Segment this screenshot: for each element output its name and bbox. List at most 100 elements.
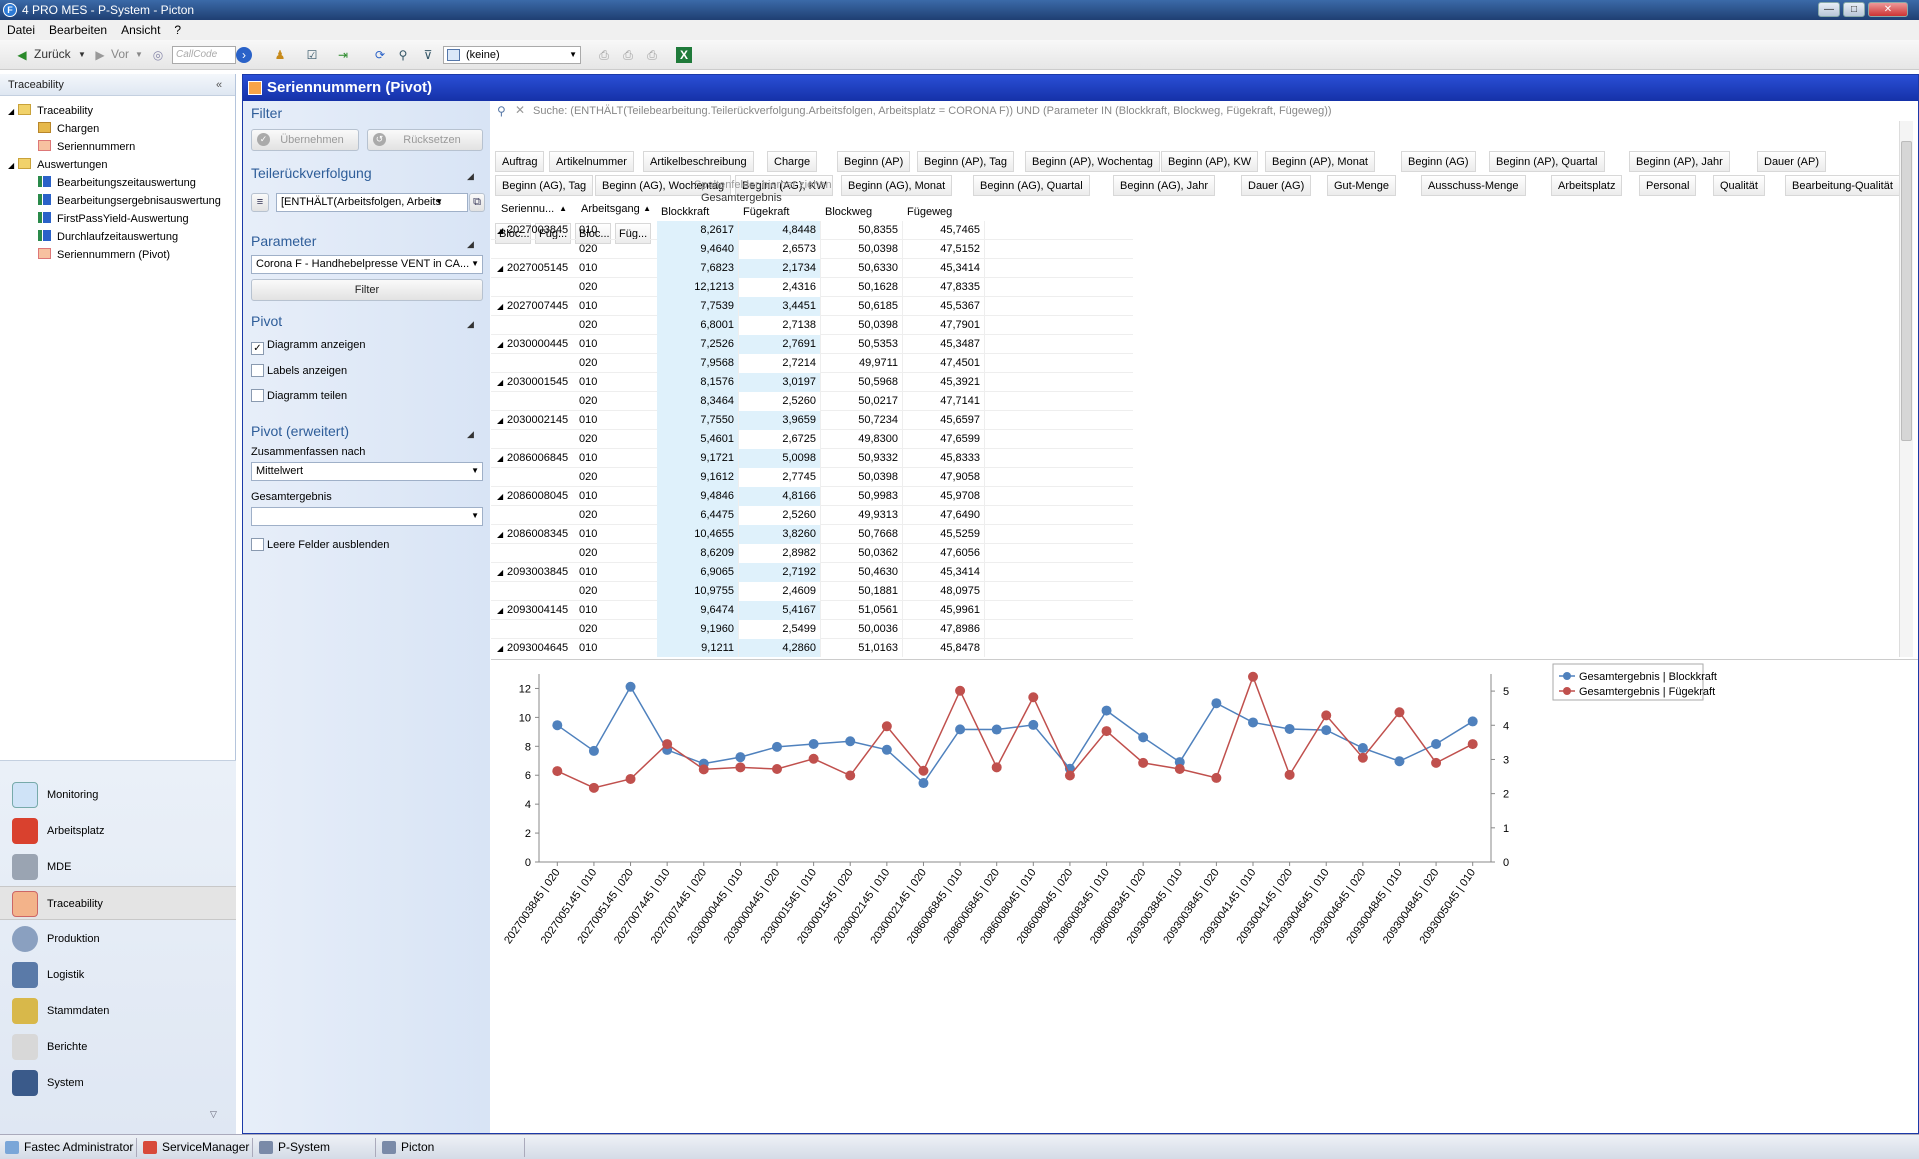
value-cell[interactable]: 50,5968 [821, 373, 903, 392]
search-bar[interactable]: ⚲ ✕ Suche: (ENTHÄLT(Teilebearbeitung.Tei… [491, 101, 1918, 121]
value-cell[interactable]: 2,6725 [739, 430, 821, 449]
tree-item-bearbeitungszeitauswertung[interactable]: Bearbeitungszeitauswertung [38, 176, 196, 189]
value-cell[interactable]: 2,4609 [739, 582, 821, 601]
col-header-fuegekraft[interactable]: Fügekraft [739, 203, 821, 222]
data-point[interactable] [1467, 716, 1478, 727]
data-point[interactable] [955, 685, 966, 696]
checklist-icon[interactable]: ☑ [304, 47, 320, 63]
field-chip[interactable]: Personal [1639, 175, 1697, 196]
value-cell[interactable]: 47,6490 [903, 506, 985, 525]
value-cell[interactable]: 5,4167 [739, 601, 821, 620]
value-cell[interactable]: 6,9065 [657, 563, 739, 582]
value-cell[interactable]: 50,7668 [821, 525, 903, 544]
field-chip[interactable]: Beginn (AP), Monat [1265, 151, 1375, 172]
field-chip[interactable]: Gut-Menge [1327, 175, 1397, 196]
value-cell[interactable]: 2,1734 [739, 259, 821, 278]
col-header-blockweg[interactable]: Blockweg [821, 203, 903, 222]
value-cell[interactable]: 7,7539 [657, 297, 739, 316]
data-point[interactable] [1284, 723, 1295, 734]
maximize-button[interactable]: □ [1843, 2, 1865, 17]
data-point[interactable] [588, 782, 599, 793]
field-chip[interactable]: Beginn (AP), KW [1161, 151, 1259, 172]
value-cell[interactable]: 8,1576 [657, 373, 739, 392]
value-cell[interactable]: 47,8986 [903, 620, 985, 639]
value-cell[interactable]: 50,5353 [821, 335, 903, 354]
tree-item-traceability[interactable]: ◢ Traceability [8, 104, 93, 117]
field-chip[interactable]: Beginn (AP), Tag [917, 151, 1014, 172]
value-cell[interactable]: 50,1628 [821, 278, 903, 297]
data-point[interactable] [1028, 692, 1039, 703]
menu-bearbeiten[interactable]: Bearbeiten [42, 20, 114, 40]
task-picton[interactable]: Picton [377, 1138, 525, 1157]
value-cell[interactable]: 47,7141 [903, 392, 985, 411]
value-cell[interactable]: 45,3414 [903, 259, 985, 278]
value-cell[interactable]: 45,3487 [903, 335, 985, 354]
value-cell[interactable]: 6,4475 [657, 506, 739, 525]
field-chip[interactable]: Beginn (AP), Quartal [1489, 151, 1605, 172]
value-cell[interactable]: 2,7745 [739, 468, 821, 487]
value-cell[interactable]: 7,6823 [657, 259, 739, 278]
data-point[interactable] [1211, 698, 1222, 709]
data-point[interactable] [955, 724, 966, 735]
nav-monitoring[interactable]: Monitoring [0, 778, 236, 812]
value-cell[interactable]: 50,9332 [821, 449, 903, 468]
value-cell[interactable]: 50,6330 [821, 259, 903, 278]
data-point[interactable] [588, 745, 599, 756]
expand-icon[interactable]: ◢ [8, 107, 14, 116]
scrollbar-thumb[interactable] [1901, 141, 1912, 441]
value-cell[interactable]: 3,8260 [739, 525, 821, 544]
value-cell[interactable]: 2,7214 [739, 354, 821, 373]
value-cell[interactable]: 4,2860 [739, 639, 821, 657]
value-cell[interactable]: 45,6597 [903, 411, 985, 430]
nav-mde[interactable]: MDE [0, 850, 236, 884]
filter-select[interactable]: (keine) ▼ [443, 46, 581, 64]
nav-stammdaten[interactable]: Stammdaten [0, 994, 236, 1028]
value-cell[interactable]: 7,7550 [657, 411, 739, 430]
col-header-blockkraft[interactable]: Blockkraft [657, 203, 739, 222]
data-point[interactable] [625, 681, 636, 692]
data-point[interactable] [1321, 710, 1332, 721]
tree-item-firstpassyield[interactable]: FirstPassYield-Auswertung [38, 212, 189, 225]
value-cell[interactable]: 50,8355 [821, 221, 903, 240]
data-point[interactable] [662, 739, 673, 750]
value-cell[interactable]: 9,1612 [657, 468, 739, 487]
task-servicemanager[interactable]: ServiceManager [138, 1138, 253, 1157]
filter-button[interactable]: Filter [251, 279, 483, 301]
data-point[interactable] [1394, 756, 1405, 767]
value-cell[interactable]: 2,7138 [739, 316, 821, 335]
vertical-scrollbar[interactable] [1899, 121, 1913, 657]
tree-item-chargen[interactable]: Chargen [38, 122, 99, 135]
data-point[interactable] [1211, 772, 1222, 783]
value-cell[interactable]: 3,0197 [739, 373, 821, 392]
data-point[interactable] [772, 741, 782, 752]
field-chip[interactable]: Bearbeitung-Qualität [1785, 175, 1900, 196]
data-point[interactable] [552, 720, 563, 731]
value-cell[interactable]: 50,0398 [821, 240, 903, 259]
data-point[interactable] [808, 738, 819, 749]
nav-traceability[interactable]: Traceability [0, 886, 236, 920]
field-chip[interactable]: Dauer (AG) [1241, 175, 1312, 196]
data-point[interactable] [808, 753, 819, 764]
nav-berichte[interactable]: Berichte [0, 1030, 236, 1064]
history-icon[interactable]: ◎ [150, 47, 166, 63]
value-cell[interactable]: 50,7234 [821, 411, 903, 430]
field-chip[interactable]: Charge [767, 151, 818, 172]
value-cell[interactable]: 2,7192 [739, 563, 821, 582]
checkbox-unchecked[interactable] [251, 538, 264, 551]
data-point[interactable] [1138, 732, 1149, 743]
value-cell[interactable]: 50,6185 [821, 297, 903, 316]
task-p-system[interactable]: P-System [254, 1138, 376, 1157]
data-point[interactable] [1321, 725, 1332, 736]
data-point[interactable] [735, 752, 746, 763]
value-cell[interactable]: 50,0036 [821, 620, 903, 639]
data-point[interactable] [1284, 769, 1295, 780]
menu-ansicht[interactable]: Ansicht [114, 20, 167, 40]
section-collapse-icon[interactable]: ◢ [467, 171, 474, 182]
value-cell[interactable]: 2,5260 [739, 392, 821, 411]
value-cell[interactable]: 48,0975 [903, 582, 985, 601]
data-point[interactable] [918, 765, 929, 776]
menu-datei[interactable]: Datei [0, 20, 42, 40]
value-cell[interactable]: 9,4640 [657, 240, 739, 259]
data-point[interactable] [845, 770, 856, 781]
field-chip[interactable]: Artikelbeschreibung [643, 151, 754, 172]
